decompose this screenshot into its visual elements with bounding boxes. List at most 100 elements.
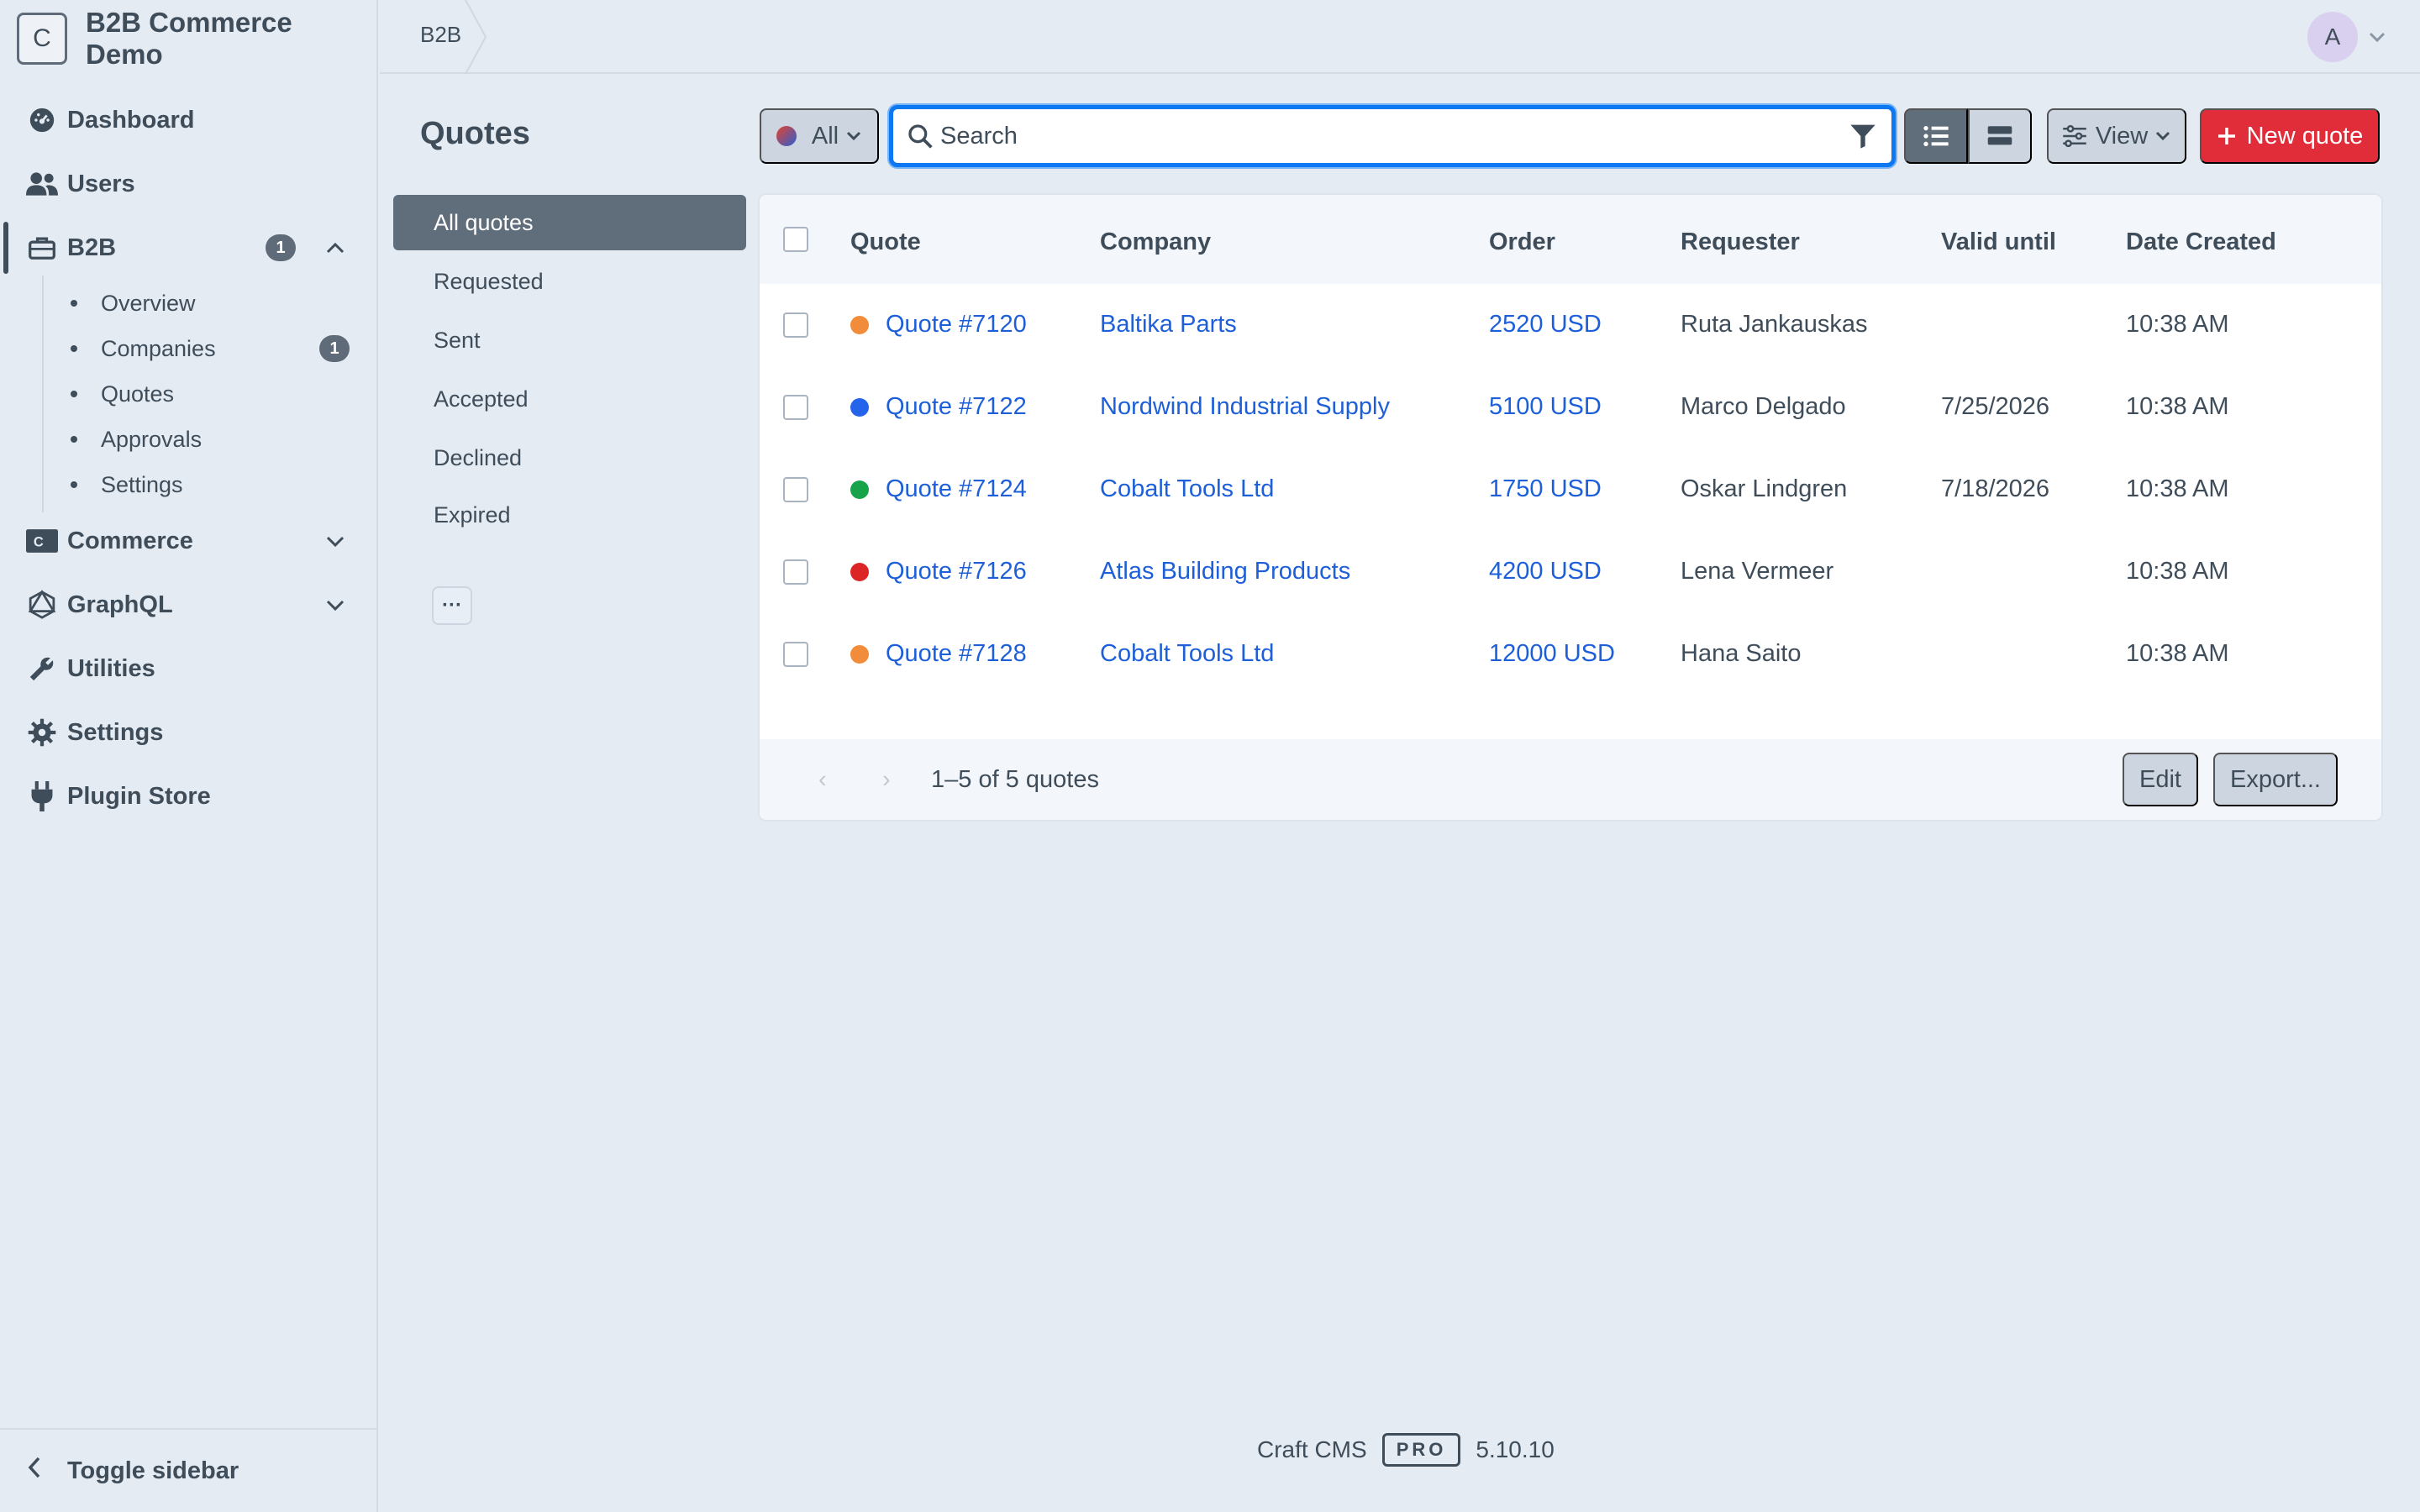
previous-page-icon[interactable]: ‹ <box>818 766 827 794</box>
subnav-item-quotes[interactable]: Quotes <box>71 373 174 415</box>
subnav-item-settings[interactable]: Settings <box>71 464 183 506</box>
search-input[interactable] <box>940 116 1806 156</box>
sidebar-item-users[interactable]: Users <box>0 158 378 210</box>
subnav-item-approvals[interactable]: Approvals <box>71 418 202 460</box>
sidebar-item-dashboard[interactable]: Dashboard <box>0 94 378 146</box>
company-link[interactable]: Nordwind Industrial Supply <box>1100 393 1390 421</box>
column-header-order[interactable]: Order <box>1489 228 1555 256</box>
version-number: 5.10.10 <box>1476 1436 1555 1462</box>
quote-link[interactable]: Quote #7124 <box>886 475 1027 503</box>
column-header-date-created[interactable]: Date Created <box>2126 228 2276 256</box>
company-link[interactable]: Cobalt Tools Ltd <box>1100 640 1274 668</box>
view-settings-button[interactable]: View <box>2047 108 2186 164</box>
quote-link[interactable]: Quote #7122 <box>886 393 1027 421</box>
valid-until-cell: 7/25/2026 <box>1941 393 2050 420</box>
filter-icon[interactable] <box>1849 123 1876 150</box>
order-link[interactable]: 12000 USD <box>1489 640 1615 668</box>
sidebar-item-commerce[interactable]: C Commerce <box>0 515 378 567</box>
quotes-table: Quote Company Order Requester Valid unti… <box>760 195 2381 820</box>
quote-link[interactable]: Quote #7128 <box>886 640 1027 668</box>
search-box <box>889 105 1896 167</box>
cards-icon <box>1987 126 2012 145</box>
source-requested[interactable]: Requested <box>393 254 746 309</box>
order-link[interactable]: 5100 USD <box>1489 393 1602 421</box>
column-header-requester[interactable]: Requester <box>1681 228 1800 256</box>
subnav-item-companies[interactable]: Companies <box>71 328 216 370</box>
sidebar-item-utilities[interactable]: Utilities <box>0 643 378 695</box>
cards-view-button[interactable] <box>1968 108 2032 164</box>
status-filter-button[interactable]: All <box>760 108 879 164</box>
table-view-button[interactable] <box>1904 108 1968 164</box>
edit-button[interactable]: Edit <box>2123 753 2198 806</box>
column-header-company[interactable]: Company <box>1100 228 1211 256</box>
view-label: View <box>2095 122 2149 150</box>
row-checkbox[interactable] <box>783 477 808 502</box>
sidebar-item-b2b[interactable]: B2B 1 <box>0 222 378 274</box>
table-row[interactable]: Quote #7128 Cobalt Tools Ltd 12000 USD Hana… <box>760 613 2381 696</box>
subnav-label: Companies <box>101 335 216 361</box>
date-created-cell: 10:38 AM <box>2126 311 2229 338</box>
breadcrumb-b2b[interactable]: B2B <box>420 22 461 48</box>
subnav-label: Quotes <box>101 381 175 407</box>
wrench-icon <box>25 652 59 685</box>
source-all-quotes[interactable]: All quotes <box>393 195 746 250</box>
page-title: Quotes <box>420 116 530 151</box>
sidebar-item-graphql[interactable]: GraphQL <box>0 579 378 631</box>
site-header[interactable]: C B2B Commerce Demo <box>17 7 370 70</box>
date-created-cell: 10:38 AM <box>2126 475 2229 502</box>
sidebar-item-label: B2B <box>67 234 117 261</box>
source-declined[interactable]: Declined <box>393 430 746 486</box>
status-dot-icon <box>776 126 797 146</box>
table-footer: ‹ › 1–5 of 5 quotes Edit Export... <box>760 739 2381 820</box>
order-link[interactable]: 2520 USD <box>1489 311 1602 339</box>
column-header-valid-until[interactable]: Valid until <box>1941 228 2056 256</box>
sidebar-item-plugin-store[interactable]: Plugin Store <box>0 770 378 822</box>
bullet <box>71 345 77 352</box>
pagination-text: 1–5 of 5 quotes <box>931 766 1099 793</box>
requester-cell: Lena Vermeer <box>1681 558 1834 585</box>
sidebar-item-label: Users <box>67 170 135 197</box>
company-link[interactable]: Cobalt Tools Ltd <box>1100 475 1274 503</box>
quote-link[interactable]: Quote #7120 <box>886 311 1027 339</box>
table-row[interactable]: Quote #7126 Atlas Building Products 4200 U… <box>760 531 2381 613</box>
new-quote-button[interactable]: New quote <box>2200 108 2380 164</box>
subnav-item-overview[interactable]: Overview <box>71 282 196 324</box>
order-link[interactable]: 1750 USD <box>1489 475 1602 503</box>
subnav-label: Approvals <box>101 426 203 452</box>
row-checkbox[interactable] <box>783 559 808 585</box>
sidebar-item-label: Dashboard <box>67 106 195 134</box>
status-dot <box>850 316 869 334</box>
column-header-quote[interactable]: Quote <box>850 228 921 256</box>
toggle-sidebar-button[interactable]: Toggle sidebar <box>0 1428 378 1512</box>
chevron-up-icon[interactable] <box>323 235 348 260</box>
order-link[interactable]: 4200 USD <box>1489 558 1602 585</box>
avatar: A <box>2307 12 2358 62</box>
subnav-label: Settings <box>101 471 183 497</box>
sidebar-item-settings[interactable]: Settings <box>0 706 378 759</box>
company-link[interactable]: Baltika Parts <box>1100 311 1237 339</box>
bullet <box>71 300 77 307</box>
row-checkbox[interactable] <box>783 395 808 420</box>
source-sent[interactable]: Sent <box>393 312 746 368</box>
export-button[interactable]: Export... <box>2213 753 2338 806</box>
status-dot <box>850 480 869 499</box>
sidebar: C B2B Commerce Demo Dashboard Users B2B … <box>0 0 378 1512</box>
next-page-icon[interactable]: › <box>882 766 891 794</box>
table-row[interactable]: Quote #7120 Baltika Parts 2520 USD Ruta Jan… <box>760 284 2381 366</box>
chevron-down-icon <box>847 131 861 141</box>
row-checkbox[interactable] <box>783 642 808 667</box>
source-expired[interactable]: Expired <box>393 487 746 543</box>
company-link[interactable]: Atlas Building Products <box>1100 558 1350 585</box>
quote-link[interactable]: Quote #7126 <box>886 558 1027 585</box>
row-checkbox[interactable] <box>783 312 808 338</box>
table-row[interactable]: Quote #7122 Nordwind Industrial Supply 510… <box>760 366 2381 449</box>
chevron-down-icon[interactable] <box>323 592 348 617</box>
table-header: Quote Company Order Requester Valid unti… <box>760 195 2381 284</box>
source-accepted[interactable]: Accepted <box>393 371 746 427</box>
table-row[interactable]: Quote #7124 Cobalt Tools Ltd 1750 USD Oskar… <box>760 449 2381 531</box>
chevron-down-icon[interactable] <box>323 528 348 554</box>
more-sources-button[interactable]: ··· <box>432 586 472 625</box>
user-menu[interactable]: A <box>2307 12 2386 62</box>
sidebar-item-label: Settings <box>67 718 164 746</box>
select-all-checkbox[interactable] <box>783 227 808 252</box>
